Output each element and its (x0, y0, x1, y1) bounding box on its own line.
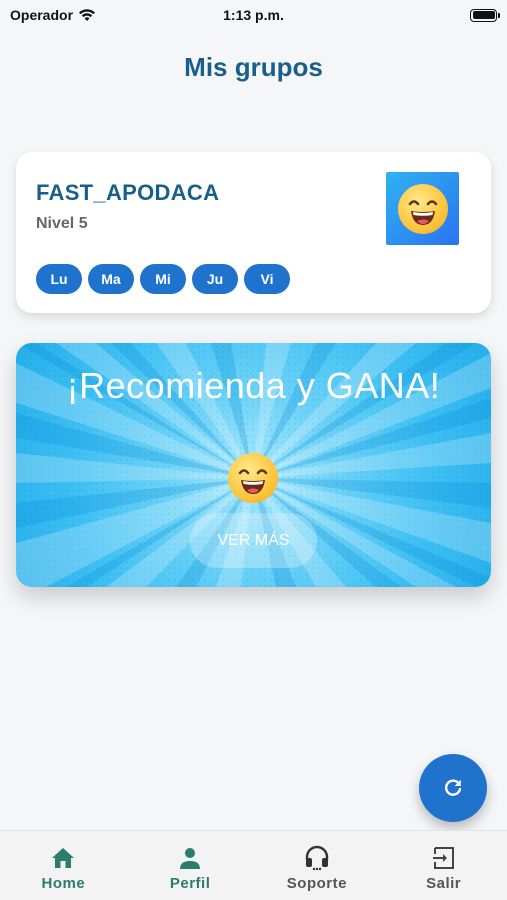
nav-label-perfil: Perfil (169, 875, 211, 892)
nav-item-perfil[interactable]: Perfil (127, 831, 254, 900)
group-name: FAST_APODACA (36, 180, 220, 205)
grinning-face-icon (397, 183, 448, 234)
exit-icon (431, 845, 457, 871)
headset-icon (304, 845, 330, 871)
battery-icon (470, 8, 500, 22)
day-pill-ju: Ju (192, 264, 238, 294)
status-bar: Operador 1:13 p.m. (0, 0, 507, 30)
day-pill-vi: Vi (244, 264, 290, 294)
nav-item-soporte[interactable]: Soporte (254, 831, 381, 900)
bottom-nav: Home Perfil Soporte Salir (0, 830, 507, 900)
group-avatar (386, 172, 459, 245)
nav-label-home: Home (41, 875, 86, 892)
day-pill-mi: Mi (140, 264, 186, 294)
group-card[interactable]: FAST_APODACA Nivel 5 Lu Ma Mi Ju Vi (16, 152, 491, 313)
schedule-days: Lu Ma Mi Ju Vi (36, 264, 290, 294)
day-pill-ma: Ma (88, 264, 134, 294)
nav-item-home[interactable]: Home (0, 831, 127, 900)
refresh-button[interactable] (419, 754, 487, 822)
nav-label-soporte: Soporte (286, 875, 347, 892)
nav-item-salir[interactable]: Salir (380, 831, 507, 900)
wifi-icon (79, 9, 96, 21)
refresh-icon (444, 779, 462, 796)
home-icon (50, 845, 76, 871)
promo-banner[interactable]: ¡Recomienda y GANA! VER MÁS (16, 343, 491, 587)
grinning-face-icon (228, 453, 278, 503)
group-level: Nivel 5 (36, 215, 88, 232)
carrier-label: Operador (10, 7, 74, 23)
status-left: Operador (10, 7, 96, 23)
person-icon (177, 845, 203, 871)
nav-label-salir: Salir (426, 875, 462, 892)
ver-mas-button[interactable]: VER MÁS (190, 513, 317, 568)
promo-title: ¡Recomienda y GANA! (66, 365, 441, 406)
page-title: Mis grupos (184, 52, 323, 82)
day-pill-lu: Lu (36, 264, 82, 294)
